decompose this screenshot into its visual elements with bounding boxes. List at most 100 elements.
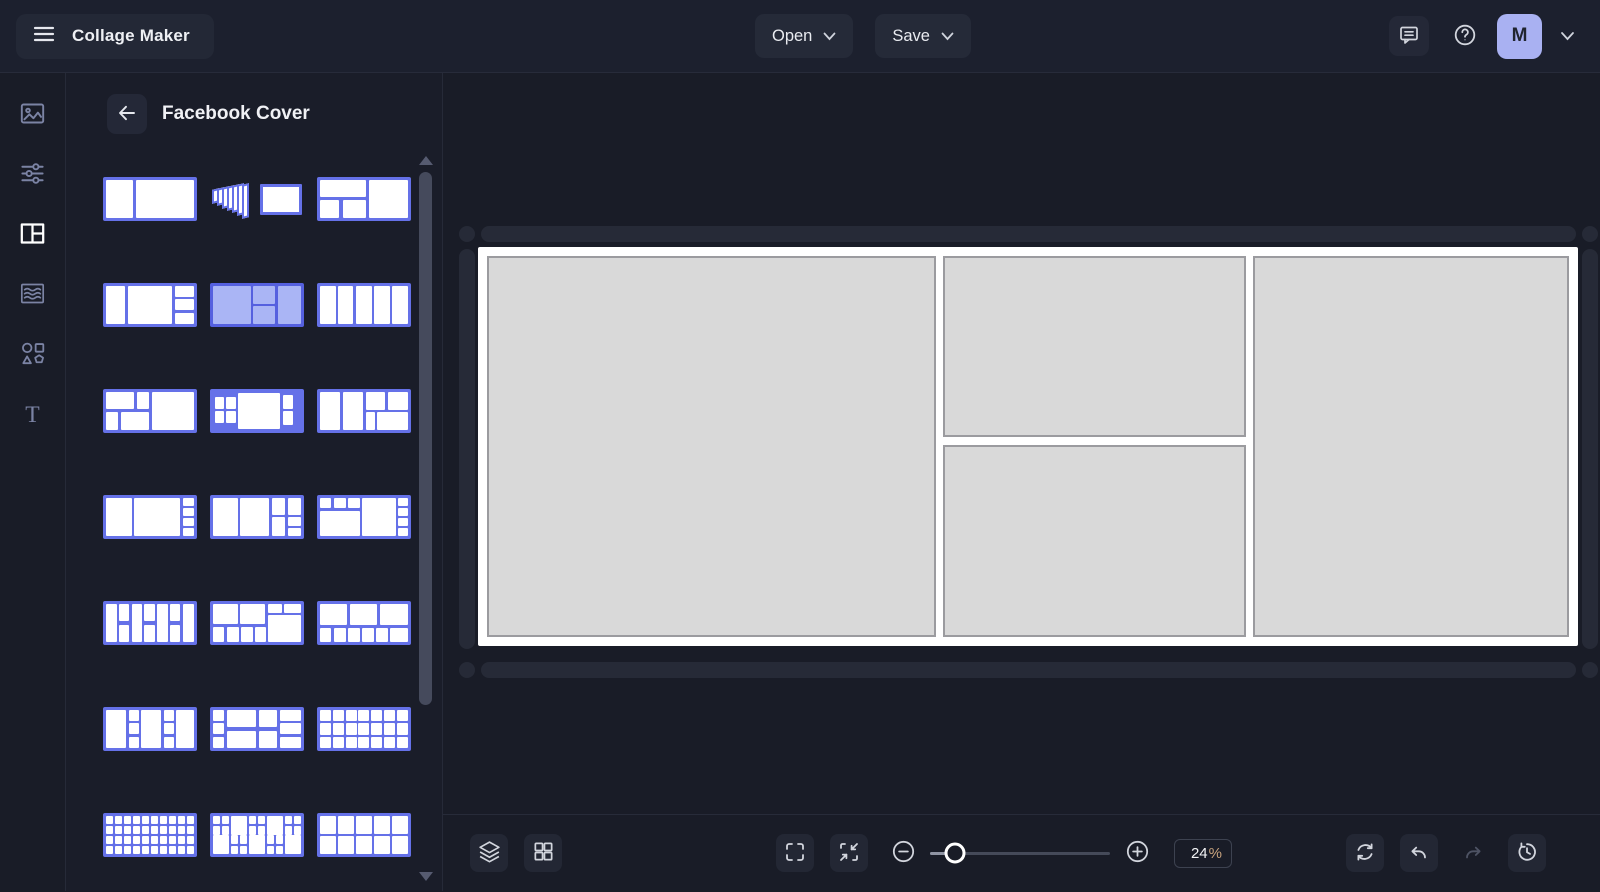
- template-thumbnail[interactable]: [103, 177, 197, 221]
- app-title: Collage Maker: [72, 26, 190, 45]
- redo-button[interactable]: [1454, 834, 1492, 872]
- layout-icon: [19, 220, 46, 250]
- scroll-up-arrow[interactable]: [419, 156, 433, 165]
- template-thumbnail[interactable]: [210, 283, 304, 327]
- chevron-down-icon: [823, 27, 836, 46]
- templates-panel: Facebook Cover: [66, 73, 443, 891]
- zoom-slider-track[interactable]: [930, 842, 1110, 864]
- template-thumbnail[interactable]: [210, 495, 304, 539]
- template-thumbnail[interactable]: [103, 601, 197, 645]
- template-thumbnail[interactable]: [210, 177, 304, 221]
- collage-cell-right[interactable]: [1252, 256, 1569, 637]
- chevron-down-icon: [1560, 29, 1575, 44]
- layers-icon: [477, 839, 502, 867]
- history-icon: [1515, 840, 1539, 867]
- help-icon: [1452, 22, 1478, 51]
- zoom-slider: [916, 842, 1124, 864]
- template-thumbnail[interactable]: [317, 495, 411, 539]
- sidebar-item-photos[interactable]: [11, 95, 55, 135]
- template-thumbnail[interactable]: [317, 707, 411, 751]
- collapse-icon: [837, 840, 861, 867]
- canvas-corner-handle[interactable]: [459, 226, 475, 242]
- file-actions: Open Save: [755, 14, 971, 58]
- arrow-left-icon: [115, 101, 139, 128]
- collage-middle-column: [943, 256, 1246, 637]
- history-button[interactable]: [1508, 834, 1546, 872]
- image-icon: [19, 100, 46, 130]
- template-thumbnail[interactable]: [210, 813, 304, 857]
- shapes-icon: [19, 340, 46, 370]
- redo-icon: [1461, 840, 1485, 867]
- template-thumbnail[interactable]: [210, 707, 304, 751]
- bottom-toolbar: 24%: [443, 814, 1600, 891]
- collage-cell-left[interactable]: [487, 256, 937, 637]
- topbar-right: M: [1389, 13, 1600, 59]
- template-thumbnail[interactable]: [103, 389, 197, 433]
- canvas-top-handle[interactable]: [481, 226, 1576, 242]
- canvas-bottom-handle[interactable]: [481, 662, 1576, 678]
- back-button[interactable]: [107, 94, 147, 134]
- sidebar-item-shapes[interactable]: [11, 335, 55, 375]
- template-thumbnail[interactable]: [317, 813, 411, 857]
- help-button[interactable]: [1445, 16, 1485, 56]
- zoom-out-icon: [891, 839, 916, 867]
- collage-cell-middle-top[interactable]: [943, 256, 1246, 437]
- collage-maker-app: Collage Maker Open Save M T Facebook Cov…: [0, 0, 1600, 892]
- canvas-corner-handle[interactable]: [1582, 662, 1598, 678]
- collapse-button[interactable]: [830, 834, 868, 872]
- zoom-slider-knob[interactable]: [944, 842, 966, 864]
- template-thumbnail[interactable]: [103, 283, 197, 327]
- scroll-down-arrow[interactable]: [419, 872, 433, 881]
- template-thumbnail[interactable]: [317, 283, 411, 327]
- canvas-corner-handle[interactable]: [459, 662, 475, 678]
- avatar-letter: M: [1511, 25, 1528, 46]
- undo-icon: [1407, 840, 1431, 867]
- panel-scrollbar[interactable]: [419, 172, 432, 705]
- undo-button[interactable]: [1400, 834, 1438, 872]
- sliders-icon: [19, 160, 46, 190]
- tool-rail: T: [0, 73, 66, 891]
- hamburger-icon: [31, 21, 57, 52]
- save-button-label: Save: [892, 26, 930, 45]
- canvas-right-handle[interactable]: [1582, 249, 1598, 649]
- canvas-left-handle[interactable]: [459, 249, 475, 649]
- grid-view-button[interactable]: [524, 834, 562, 872]
- fit-screen-button[interactable]: [776, 834, 814, 872]
- save-button[interactable]: Save: [875, 14, 971, 58]
- template-thumbnail[interactable]: [103, 707, 197, 751]
- template-thumbnail[interactable]: [317, 601, 411, 645]
- open-button[interactable]: Open: [755, 14, 854, 58]
- avatar[interactable]: M: [1497, 13, 1542, 59]
- account-chevron-button[interactable]: [1554, 23, 1580, 49]
- template-thumbnail[interactable]: [210, 389, 304, 433]
- refresh-icon: [1353, 840, 1377, 867]
- canvas-area: 24%: [443, 73, 1600, 891]
- zoom-out-button[interactable]: [890, 840, 916, 866]
- zoom-value: 24: [1190, 844, 1208, 862]
- template-thumbnail[interactable]: [317, 389, 411, 433]
- chevron-down-icon: [941, 27, 954, 46]
- feedback-icon: [1397, 23, 1421, 50]
- topbar: Collage Maker Open Save M: [0, 0, 1600, 73]
- sidebar-item-adjust[interactable]: [11, 155, 55, 195]
- zoom-percent-input[interactable]: 24%: [1174, 838, 1232, 868]
- open-button-label: Open: [772, 26, 813, 45]
- texture-icon: [19, 280, 46, 310]
- reset-button[interactable]: [1346, 834, 1384, 872]
- canvas-corner-handle[interactable]: [1582, 226, 1598, 242]
- layers-button[interactable]: [470, 834, 508, 872]
- sidebar-item-layouts[interactable]: [11, 215, 55, 255]
- text-icon: T: [19, 400, 46, 430]
- template-thumbnail[interactable]: [103, 495, 197, 539]
- sidebar-item-backgrounds[interactable]: [11, 275, 55, 315]
- feedback-button[interactable]: [1389, 16, 1429, 56]
- sidebar-item-text[interactable]: T: [11, 395, 55, 435]
- template-thumbnail[interactable]: [210, 601, 304, 645]
- template-thumbnail[interactable]: [103, 813, 197, 857]
- zoom-in-button[interactable]: [1124, 840, 1150, 866]
- zoom-in-icon: [1125, 839, 1150, 867]
- svg-text:T: T: [25, 402, 40, 427]
- main-menu-button[interactable]: Collage Maker: [16, 13, 214, 59]
- template-thumbnail[interactable]: [317, 177, 411, 221]
- collage-cell-middle-bottom[interactable]: [943, 444, 1246, 637]
